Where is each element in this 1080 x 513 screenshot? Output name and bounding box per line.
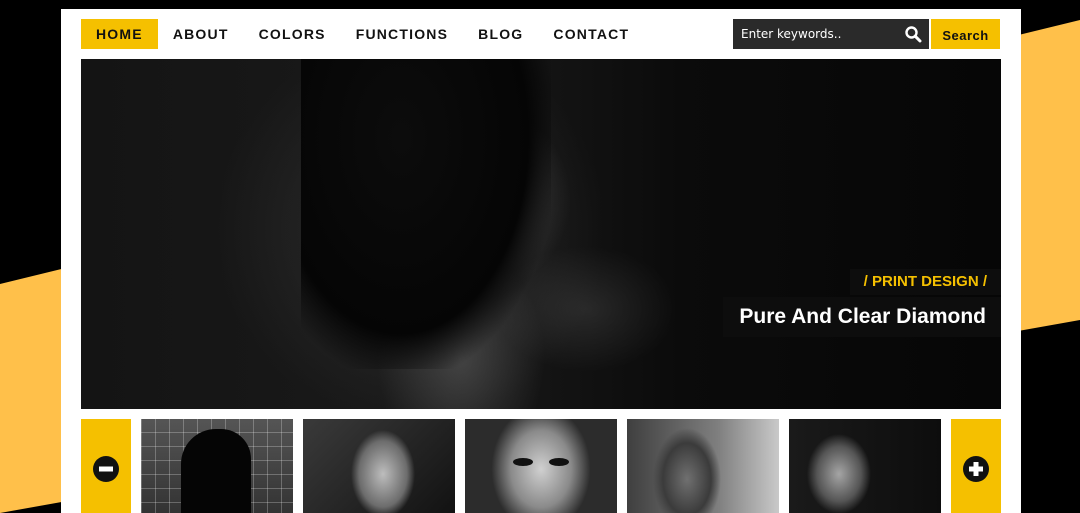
nav-home[interactable]: HOME xyxy=(81,19,158,49)
minus-circle-icon xyxy=(93,456,119,482)
search-input[interactable] xyxy=(733,19,893,49)
slide-title[interactable]: Pure And Clear Diamond xyxy=(723,297,1001,337)
plus-circle-icon xyxy=(963,456,989,482)
thumbnail-1-silhouette xyxy=(181,429,251,513)
nav-functions[interactable]: FUNCTIONS xyxy=(341,19,463,49)
main-nav: HOME ABOUT COLORS FUNCTIONS BLOG CONTACT xyxy=(81,19,644,49)
hero-slide-image[interactable]: / PRINT DESIGN / Pure And Clear Diamond xyxy=(81,59,1001,409)
carousel-next-button[interactable] xyxy=(951,419,1001,513)
page-container: HOME ABOUT COLORS FUNCTIONS BLOG CONTACT… xyxy=(61,9,1021,513)
thumbnail-3-eyes xyxy=(513,458,569,466)
search-icon[interactable] xyxy=(904,25,922,43)
search-button[interactable]: Search xyxy=(931,19,1000,49)
thumbnail-4[interactable] xyxy=(627,419,779,513)
thumbnail-carousel xyxy=(81,419,1001,513)
nav-blog[interactable]: BLOG xyxy=(463,19,538,49)
thumbnail-5[interactable] xyxy=(789,419,941,513)
hero-portrait-shadow xyxy=(301,59,551,369)
carousel-prev-button[interactable] xyxy=(81,419,131,513)
nav-contact[interactable]: CONTACT xyxy=(538,19,644,49)
slide-category[interactable]: / PRINT DESIGN / xyxy=(849,269,1001,295)
search-form: Search xyxy=(733,19,1000,49)
nav-about[interactable]: ABOUT xyxy=(158,19,244,49)
thumbnail-3[interactable] xyxy=(465,419,617,513)
thumbnail-1[interactable] xyxy=(141,419,293,513)
search-box xyxy=(733,19,929,49)
nav-colors[interactable]: COLORS xyxy=(244,19,341,49)
thumbnail-2[interactable] xyxy=(303,419,455,513)
